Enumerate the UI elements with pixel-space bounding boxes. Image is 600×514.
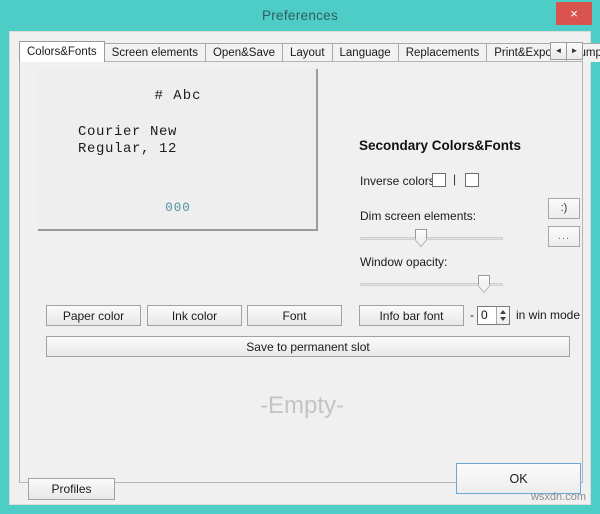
- client-area: Colors&Fonts Screen elements Open&Save L…: [9, 31, 600, 505]
- inverse-colors-checkbox-2[interactable]: [465, 173, 479, 187]
- window-opacity-label: Window opacity:: [360, 255, 448, 269]
- save-to-permanent-slot-button[interactable]: Save to permanent slot: [46, 336, 570, 357]
- slider-thumb[interactable]: [477, 275, 490, 293]
- tab-scroll-controls: ◄ ►: [550, 42, 583, 60]
- info-bar-size-stepper[interactable]: 0: [477, 306, 510, 325]
- tab-page-colors-fonts: # Abc Courier New Regular, 12 000 Second…: [19, 61, 583, 483]
- smiley-icon-button[interactable]: :): [548, 198, 580, 219]
- tab-colors-fonts[interactable]: Colors&Fonts: [19, 41, 105, 62]
- title-bar: Preferences ×: [0, 0, 600, 31]
- paper-color-button[interactable]: Paper color: [46, 305, 141, 326]
- tab-screen-elements[interactable]: Screen elements: [103, 43, 206, 62]
- tab-scroll-left-icon[interactable]: ◄: [550, 42, 567, 60]
- tab-scroll-right-icon[interactable]: ►: [566, 42, 583, 60]
- info-bar-dash-label: -: [470, 308, 474, 322]
- inverse-colors-checkbox-1[interactable]: [432, 173, 446, 187]
- profiles-button[interactable]: Profiles: [28, 478, 115, 500]
- font-preview-box[interactable]: # Abc Courier New Regular, 12 000: [38, 69, 318, 231]
- tab-language[interactable]: Language: [331, 43, 399, 62]
- preview-font-description: Courier New Regular, 12: [78, 124, 178, 157]
- window-opacity-slider[interactable]: [360, 275, 503, 293]
- dim-screen-elements-label: Dim screen elements:: [360, 209, 477, 223]
- secondary-section-heading: Secondary Colors&Fonts: [359, 138, 522, 153]
- tab-strip: Colors&Fonts Screen elements Open&Save L…: [19, 41, 600, 62]
- tab-replacements[interactable]: Replacements: [397, 43, 488, 62]
- slider-thumb-tip: [477, 285, 490, 292]
- font-button[interactable]: Font: [247, 305, 342, 326]
- ink-color-button[interactable]: Ink color: [147, 305, 242, 326]
- slider-thumb-tip: [415, 239, 428, 246]
- dim-screen-elements-slider[interactable]: [360, 229, 503, 247]
- preview-line-numbers-sample: 000: [165, 201, 191, 215]
- close-icon[interactable]: ×: [556, 2, 592, 25]
- info-bar-size-value: 0: [481, 308, 488, 322]
- watermark: wsxdn.com: [530, 491, 586, 503]
- ok-button[interactable]: OK: [456, 463, 581, 494]
- more-options-button[interactable]: ...: [548, 226, 580, 247]
- info-bar-font-button[interactable]: Info bar font: [359, 305, 464, 326]
- stepper-up-icon[interactable]: [500, 310, 506, 314]
- preview-header-sample: # Abc: [154, 88, 202, 104]
- stepper-down-icon[interactable]: [500, 317, 506, 321]
- slider-track: [360, 237, 503, 240]
- inverse-colors-label: Inverse colors: [360, 174, 435, 188]
- stepper-arrows[interactable]: [496, 307, 509, 324]
- slider-thumb[interactable]: [415, 229, 428, 247]
- tab-list: Colors&Fonts Screen elements Open&Save L…: [19, 41, 600, 62]
- window-title: Preferences: [261, 8, 339, 23]
- in-win-mode-label: in win mode: [516, 308, 581, 322]
- tab-open-save[interactable]: Open&Save: [204, 43, 283, 62]
- tab-layout[interactable]: Layout: [281, 43, 333, 62]
- empty-slot-placeholder: -Empty-: [260, 392, 344, 419]
- checkbox-separator: |: [453, 172, 457, 186]
- preferences-window: Preferences × Colors&Fonts Screen elemen…: [0, 0, 600, 514]
